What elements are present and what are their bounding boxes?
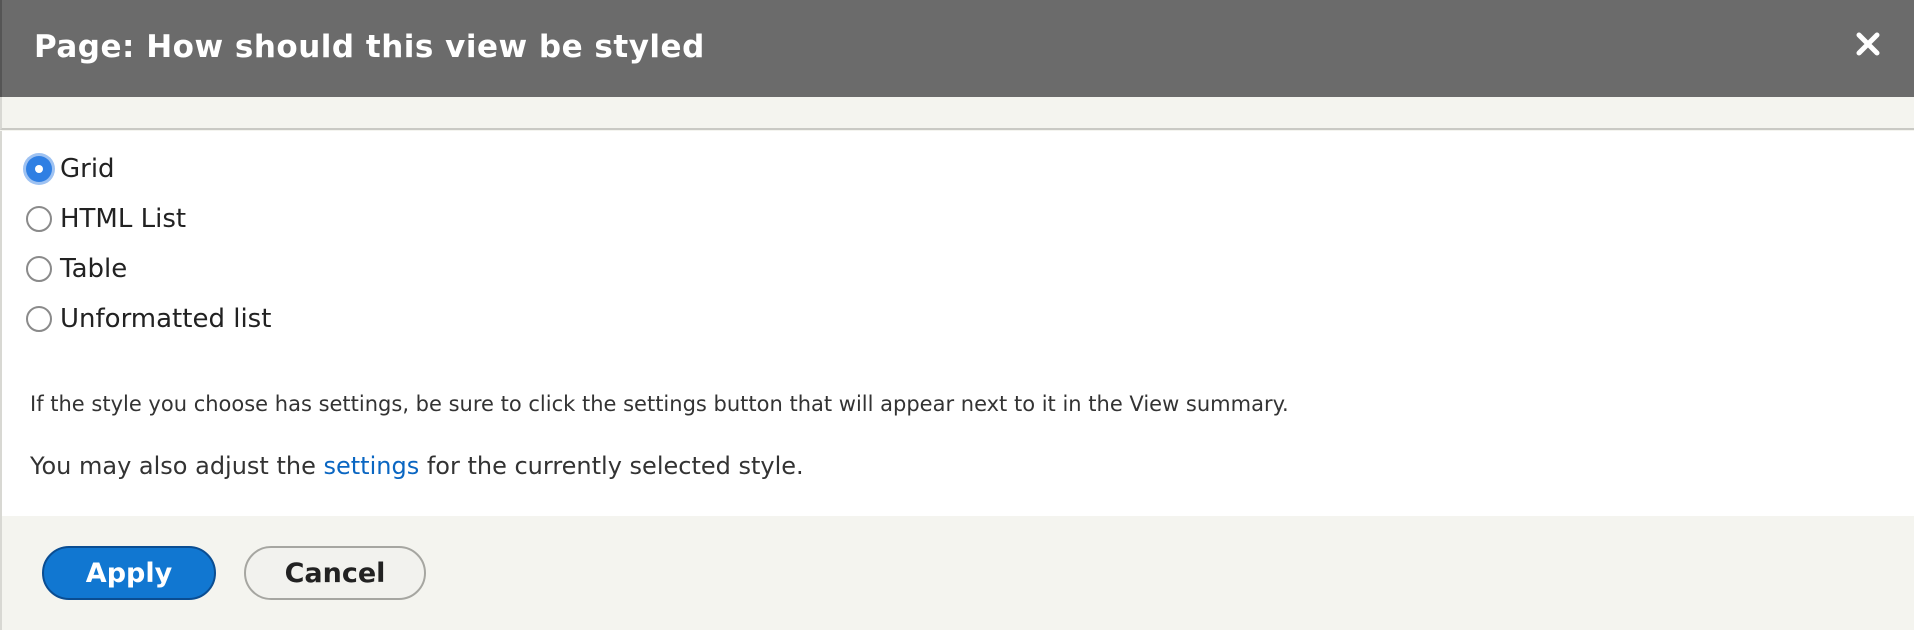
style-option-label[interactable]: Table	[60, 252, 127, 286]
dialog-title: Page: How should this view be styled	[34, 29, 705, 65]
radio-button-checked[interactable]	[26, 156, 52, 182]
dialog-footer: Apply Cancel	[0, 516, 1914, 630]
adjust-suffix: for the currently selected style.	[419, 452, 804, 480]
dialog-subheader	[0, 97, 1914, 130]
style-option-grid[interactable]: Grid	[26, 152, 115, 186]
adjust-settings-text: You may also adjust the settings for the…	[30, 450, 804, 482]
radio-button[interactable]	[26, 256, 52, 282]
dialog-content: Grid HTML List Table Unformatted list If…	[0, 131, 1914, 516]
style-option-unformatted-list[interactable]: Unformatted list	[26, 302, 271, 336]
cancel-button[interactable]: Cancel	[244, 546, 426, 600]
radio-button[interactable]	[26, 306, 52, 332]
close-icon[interactable]	[1850, 26, 1886, 62]
help-text: If the style you choose has settings, be…	[30, 392, 1289, 416]
radio-button[interactable]	[26, 206, 52, 232]
adjust-prefix: You may also adjust the	[30, 452, 324, 480]
settings-link[interactable]: settings	[323, 452, 419, 480]
style-option-label[interactable]: Unformatted list	[60, 302, 271, 336]
style-option-table[interactable]: Table	[26, 252, 127, 286]
style-option-label[interactable]: Grid	[60, 152, 115, 186]
close-button[interactable]	[1850, 26, 1886, 62]
apply-button[interactable]: Apply	[42, 546, 216, 600]
dialog-titlebar: Page: How should this view be styled	[0, 0, 1914, 97]
dialog: Page: How should this view be styled Gri…	[0, 0, 1914, 630]
style-option-label[interactable]: HTML List	[60, 202, 186, 236]
style-option-html-list[interactable]: HTML List	[26, 202, 186, 236]
